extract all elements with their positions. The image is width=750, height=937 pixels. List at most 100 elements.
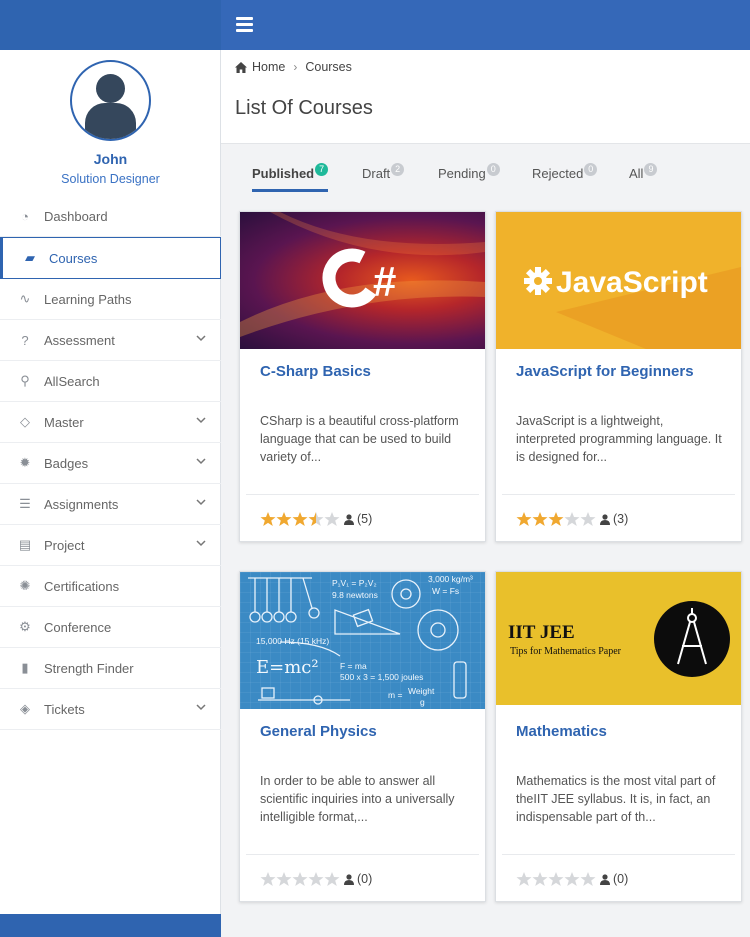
tab-label: All [629, 166, 644, 181]
sidebar-item-conference[interactable]: ⚙ Conference [0, 607, 221, 648]
star-icon [292, 872, 308, 886]
star-icon [548, 872, 564, 886]
star-icon [532, 512, 548, 526]
course-thumbnail: JavaScript [496, 212, 741, 349]
star-rating [260, 511, 340, 527]
sidebar-item-tickets[interactable]: ◈ Tickets [0, 689, 221, 730]
course-rating: (0) [516, 871, 628, 887]
star-rating [516, 511, 596, 527]
sidebar-item-assignments[interactable]: ☰ Assignments [0, 484, 221, 525]
tab-count-badge: 7 [315, 163, 329, 176]
top-navbar [221, 0, 750, 50]
sidebar-item-certifications[interactable]: ✺ Certifications [0, 566, 221, 607]
star-icon [260, 872, 276, 886]
sidebar-item-label: Project [44, 537, 85, 553]
list-icon: ☰ [19, 496, 31, 511]
svg-text:m =: m = [388, 690, 402, 700]
star-icon [324, 872, 340, 886]
star-icon [516, 512, 532, 526]
home-icon[interactable] [235, 61, 247, 73]
star-rating [260, 871, 340, 887]
hamburger-menu-icon[interactable] [236, 17, 253, 33]
tab-all[interactable]: All 9 [629, 160, 658, 192]
course-title[interactable]: JavaScript for Beginners [516, 363, 694, 380]
star-icon [324, 512, 340, 526]
sidebar-item-learning-paths[interactable]: ∿ Learning Paths [0, 279, 221, 320]
course-card[interactable]: JavaScript JavaScript for Beginners Java… [495, 211, 742, 542]
sidebar-item-project[interactable]: ▤ Project [0, 525, 221, 566]
star-icon [580, 512, 596, 526]
breadcrumb-separator-icon: › [293, 60, 298, 74]
star-icon [292, 512, 308, 526]
course-thumbnail: IIT JEE Tips for Mathematics Paper [496, 572, 741, 705]
course-card[interactable]: IIT JEE Tips for Mathematics Paper Mathe… [495, 571, 742, 902]
sidebar-item-courses[interactable]: ▰ Courses [0, 237, 221, 279]
tab-label: Published [252, 166, 315, 181]
course-title[interactable]: General Physics [260, 723, 377, 740]
sidebar-item-master[interactable]: ◇ Master [0, 402, 221, 443]
tab-published[interactable]: Published 7 [252, 160, 329, 192]
review-count: (3) [613, 512, 629, 526]
sidebar-item-assessment[interactable]: ? Assessment [0, 320, 221, 361]
chevron-down-icon[interactable] [195, 455, 207, 467]
user-role: Solution Designer [61, 172, 160, 186]
sidebar-item-label: Courses [49, 250, 98, 266]
sidebar-item-allsearch[interactable]: ⚲ AllSearch [0, 361, 221, 402]
chevron-down-icon[interactable] [195, 332, 207, 344]
star-icon [276, 512, 292, 526]
sidebar-item-label: Learning Paths [44, 291, 132, 307]
sidebar-item-label: Dashboard [44, 208, 108, 224]
badge-icon: ✹ [19, 455, 31, 470]
svg-text:g: g [420, 697, 425, 707]
avatar[interactable] [70, 60, 151, 141]
star-icon [308, 512, 324, 526]
page-title: List Of Courses [235, 97, 373, 119]
course-description: CSharp is a beautiful cross-platform lan… [260, 414, 459, 464]
review-count: (0) [357, 872, 373, 886]
sidebar-item-label: Tickets [44, 701, 85, 717]
sidebar-item-label: AllSearch [44, 373, 100, 389]
card-divider [246, 854, 479, 855]
card-divider [502, 494, 735, 495]
cogs-icon: ⚙ [19, 619, 31, 634]
star-icon [260, 512, 276, 526]
chevron-down-icon[interactable] [195, 701, 207, 713]
star-icon [516, 872, 532, 886]
thumb-subtitle: Tips for Mathematics Paper [510, 646, 622, 657]
course-card[interactable]: P₁V₁ = P₂V₂ 3,000 kg/m³ W = Fs 9.8 newto… [239, 571, 486, 902]
chevron-down-icon[interactable] [195, 537, 207, 549]
sidebar-item-badges[interactable]: ✹ Badges [0, 443, 221, 484]
ticket-icon: ◈ [20, 701, 30, 716]
course-title[interactable]: Mathematics [516, 723, 607, 740]
card-divider [502, 854, 735, 855]
sidebar: John Solution Designer ◔ Dashboard ▰ Course… [0, 50, 221, 937]
diamond-icon: ◇ [20, 414, 30, 429]
course-description: In order to be able to answer all scient… [260, 774, 455, 824]
chevron-down-icon[interactable] [195, 414, 207, 426]
sidebar-header [0, 0, 221, 50]
tab-label: Rejected [532, 166, 584, 181]
sidebar-item-label: Strength Finder [44, 660, 134, 676]
course-status-tabs: Published 7 Draft 2 Pending 0 Rejected 0 All… [252, 160, 732, 192]
tab-pending[interactable]: Pending 0 [438, 160, 500, 192]
thumb-title: IIT JEE [508, 622, 575, 643]
tab-label: Draft [362, 166, 391, 181]
book-icon: ▰ [25, 250, 35, 265]
sidebar-item-label: Master [44, 414, 84, 430]
course-card[interactable]: # C-Sharp Basics CSharp is a beautiful c… [239, 211, 486, 542]
course-thumbnail: # [240, 212, 485, 349]
certificate-icon: ✺ [19, 578, 31, 593]
breadcrumb-home[interactable]: Home [252, 60, 285, 74]
tab-rejected[interactable]: Rejected 0 [532, 160, 598, 192]
sidebar-item-dashboard[interactable]: ◔ Dashboard [0, 196, 221, 237]
breadcrumb: Home › Courses [235, 60, 352, 74]
tab-draft[interactable]: Draft 2 [362, 160, 405, 192]
chevron-down-icon[interactable] [195, 496, 207, 508]
sidebar-item-label: Badges [44, 455, 89, 471]
course-description: JavaScript is a lightweight, interpreted… [516, 414, 722, 464]
sidebar-item-strength-finder[interactable]: ▮ Strength Finder [0, 648, 221, 689]
svg-text:3,000 kg/m³: 3,000 kg/m³ [428, 574, 473, 584]
course-title[interactable]: C-Sharp Basics [260, 363, 371, 380]
card-divider [246, 494, 479, 495]
svg-text:15,000 Hz (15 kHz): 15,000 Hz (15 kHz) [256, 636, 329, 646]
